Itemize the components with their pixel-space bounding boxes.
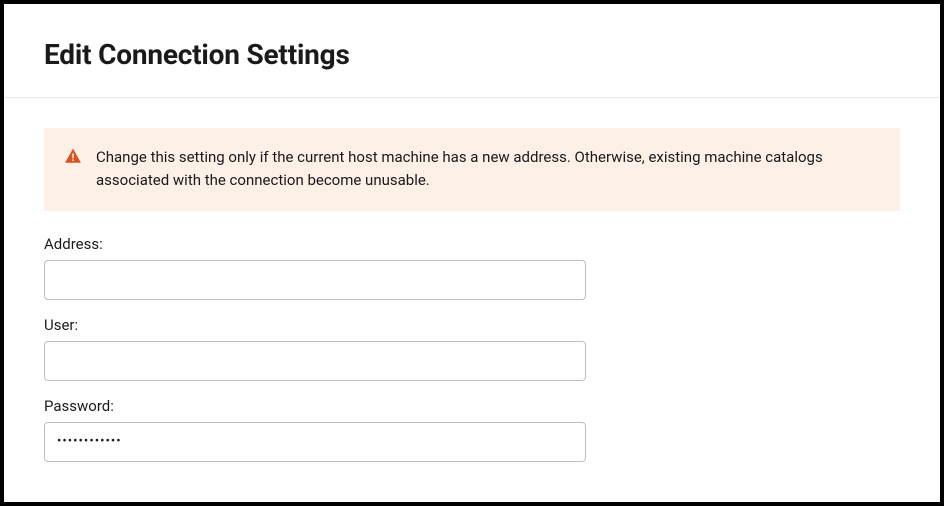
address-label: Address: (44, 235, 900, 253)
password-label: Password: (44, 397, 900, 415)
page-title: Edit Connection Settings (44, 38, 900, 71)
password-field-group: Password: (44, 397, 900, 462)
password-input[interactable] (44, 422, 586, 462)
address-field-group: Address: (44, 235, 900, 300)
warning-banner: Change this setting only if the current … (44, 128, 900, 211)
header: Edit Connection Settings (4, 4, 940, 98)
user-label: User: (44, 316, 900, 334)
user-field-group: User: (44, 316, 900, 381)
user-input[interactable] (44, 341, 586, 381)
content: Change this setting only if the current … (4, 98, 940, 462)
address-input[interactable] (44, 260, 586, 300)
warning-message: Change this setting only if the current … (96, 146, 880, 193)
warning-triangle-icon (64, 147, 82, 165)
